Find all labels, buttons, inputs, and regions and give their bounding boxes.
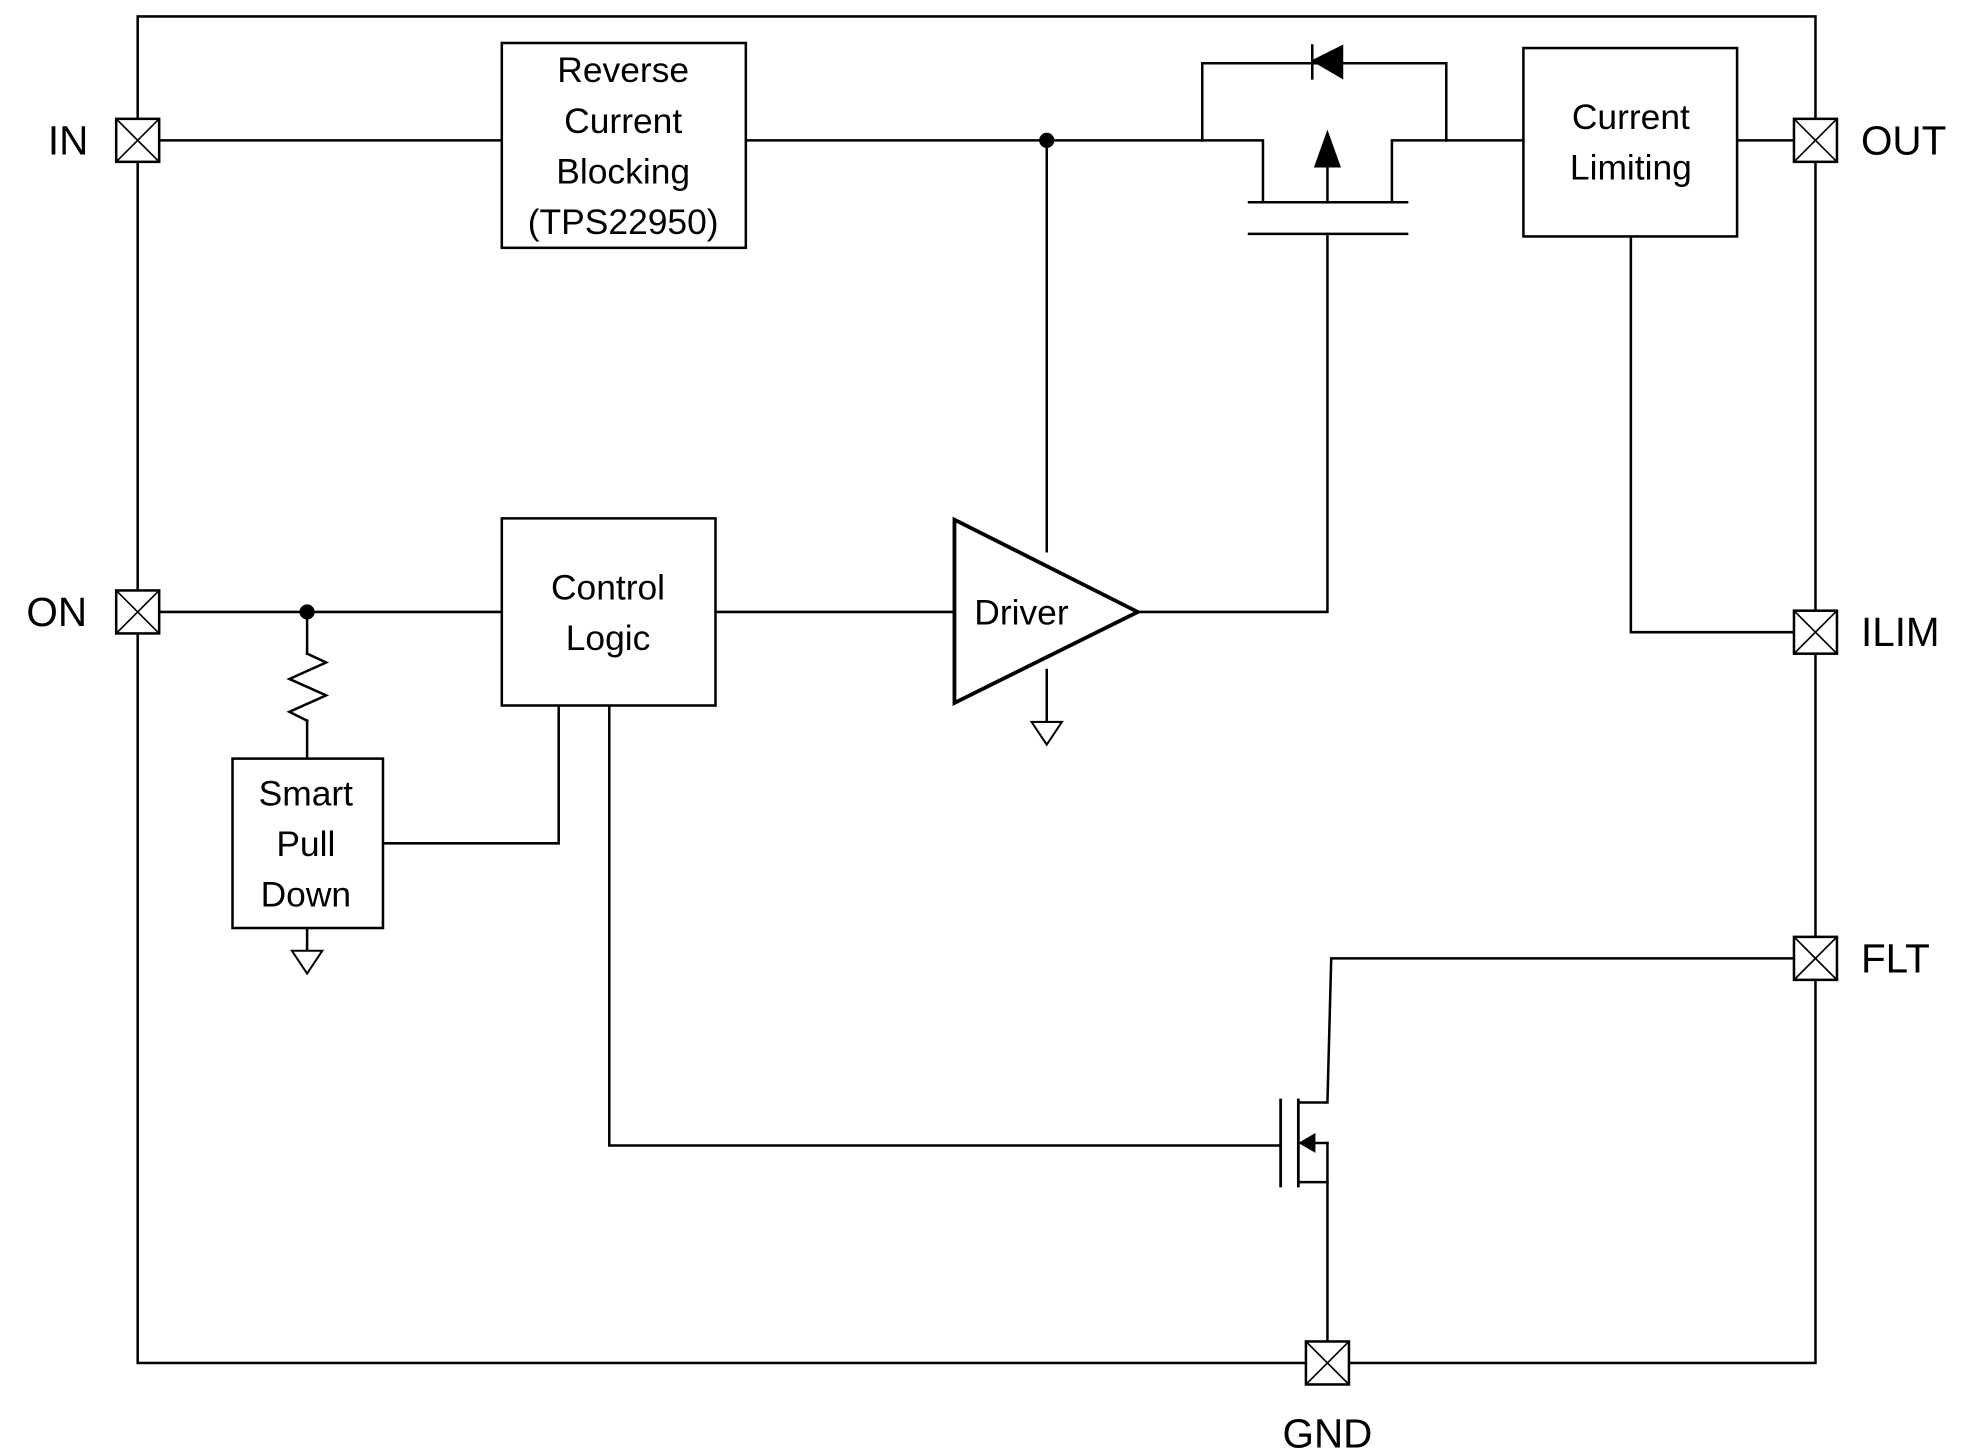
pin-label: OUT	[1861, 117, 1946, 163]
pin-flt: FLT	[1792, 935, 1930, 981]
pin-ilim: ILIM	[1792, 609, 1940, 655]
junction-dot-on	[299, 604, 315, 620]
driver-label: Driver	[974, 593, 1069, 633]
block-line: Smart	[259, 773, 354, 813]
pin-label: IN	[48, 117, 88, 163]
ground-icon-driver	[1029, 720, 1064, 747]
pin-out: OUT	[1792, 117, 1946, 163]
current-limiting-block: Current Limiting	[1522, 46, 1739, 238]
pass-mosfet-arrow-icon	[1313, 129, 1341, 168]
resistor	[286, 651, 330, 723]
block-line: Logic	[566, 618, 651, 658]
ground-icon-pull-down	[290, 949, 325, 976]
pin-in: IN	[48, 117, 161, 163]
body-diode-icon	[1310, 44, 1344, 80]
block-line: Down	[261, 875, 351, 915]
block-line: Control	[551, 567, 665, 607]
wires	[136, 61, 1817, 1365]
block-line: Reverse	[557, 50, 689, 90]
block-line: (TPS22950)	[528, 202, 719, 242]
pin-label: GND	[1283, 1411, 1373, 1454]
block-line: Blocking	[556, 151, 690, 191]
block-diagram: Driver Reverse Current Blocking (TPS2295…	[26, 15, 1946, 1454]
pin-on: ON	[26, 589, 161, 635]
pin-label: ON	[26, 589, 87, 635]
block-line: Current	[1572, 97, 1690, 137]
block-line: Pull	[276, 824, 335, 864]
smart-pull-down-block: Smart Pull Down	[231, 757, 385, 930]
control-logic-block: Control Logic	[500, 517, 717, 707]
fault-nmos-icon	[1279, 1098, 1316, 1188]
block-line: Current	[564, 101, 682, 141]
pin-label: ILIM	[1861, 609, 1940, 655]
reverse-current-blocking-block: Reverse Current Blocking (TPS22950)	[500, 41, 748, 250]
pin-gnd: GND	[1283, 1340, 1373, 1454]
block-line: Limiting	[1570, 148, 1692, 188]
junction-dot-in	[1039, 132, 1055, 148]
pin-label: FLT	[1861, 935, 1930, 981]
